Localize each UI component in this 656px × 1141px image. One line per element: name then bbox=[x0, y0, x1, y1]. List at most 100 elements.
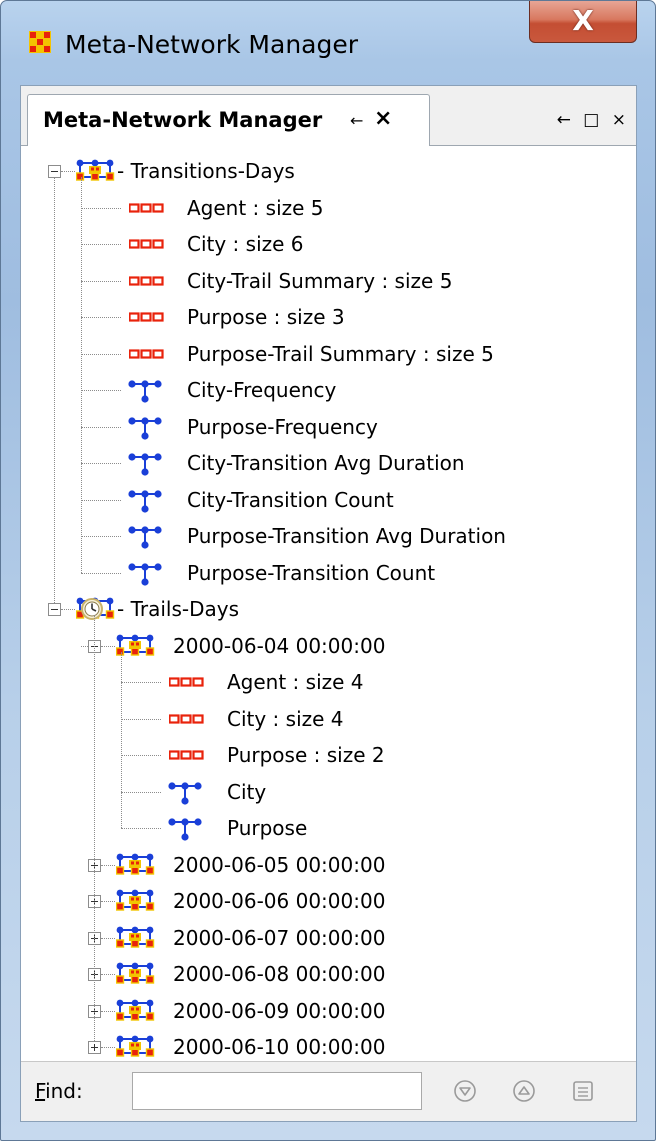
tree-node-date-group[interactable]: 2000-06-08 00:00:00 bbox=[173, 956, 385, 992]
title-bar[interactable]: Meta-Network Manager X bbox=[1, 1, 655, 85]
tree-leaf[interactable]: Purpose bbox=[227, 810, 307, 846]
meta-network-icon bbox=[116, 962, 155, 984]
tree-item-label: Purpose : size 2 bbox=[227, 743, 385, 767]
tree-connector bbox=[81, 645, 88, 647]
tree-connector bbox=[81, 244, 121, 245]
tree-leaf[interactable]: City-Transition Avg Duration bbox=[187, 445, 465, 481]
find-next-icon[interactable] bbox=[452, 1078, 478, 1104]
meta-network-icon bbox=[116, 889, 155, 911]
find-options-icon[interactable] bbox=[570, 1078, 596, 1104]
meta-network-icon bbox=[116, 1035, 155, 1057]
tree-leaf[interactable]: Agent : size 5 bbox=[187, 190, 324, 226]
tree-node-date-group[interactable]: 2000-06-06 00:00:00 bbox=[173, 883, 385, 919]
tree-node-date-group[interactable]: 2000-06-07 00:00:00 bbox=[173, 920, 385, 956]
tree-item-label: Purpose-Transition Avg Duration bbox=[187, 524, 506, 548]
tree-leaf[interactable]: Purpose-Transition Avg Duration bbox=[187, 518, 506, 554]
network-icon bbox=[128, 453, 162, 476]
nodeset-icon bbox=[169, 677, 204, 687]
tab-close-icon[interactable]: × bbox=[374, 106, 392, 131]
tree-connector bbox=[121, 718, 161, 720]
tree-connector bbox=[54, 178, 55, 603]
tree-node-date-group[interactable]: 2000-06-09 00:00:00 bbox=[173, 993, 385, 1029]
tree-leaf[interactable]: Purpose-Transition Count bbox=[187, 555, 435, 591]
tree-leaf[interactable]: City-Frequency bbox=[187, 372, 336, 408]
tree-connector bbox=[121, 651, 122, 828]
tree-node-transitions-days[interactable]: - Transitions-Days bbox=[117, 153, 295, 189]
network-icon bbox=[168, 781, 202, 805]
tree-node-trails-days[interactable]: - Trails-Days bbox=[117, 591, 239, 627]
tree-item-label: - Trails-Days bbox=[117, 597, 239, 621]
tree-item-label: City-Transition Avg Duration bbox=[187, 451, 465, 475]
tree-connector bbox=[81, 317, 121, 318]
tab-meta-network-manager[interactable]: Meta-Network Manager ← × bbox=[27, 94, 430, 147]
meta-network-tree[interactable]: - Transitions-Days Agent : size 5 City : s… bbox=[21, 146, 636, 1061]
meta-network-icon bbox=[29, 31, 51, 53]
tree-leaf[interactable]: City : size 4 bbox=[227, 701, 344, 737]
panel-float-icon[interactable]: ← bbox=[557, 110, 571, 130]
tree-leaf[interactable]: Agent : size 4 bbox=[227, 664, 364, 700]
collapse-toggle[interactable] bbox=[48, 165, 61, 178]
tree-connector bbox=[101, 645, 115, 647]
app-window: Meta-Network Manager X Meta-Network Mana… bbox=[0, 0, 656, 1141]
tree-leaf[interactable]: City bbox=[227, 774, 266, 810]
tree-item-label: Purpose : size 3 bbox=[187, 305, 345, 329]
tree-item-label: 2000-06-07 00:00:00 bbox=[173, 925, 386, 950]
tab-strip: Meta-Network Manager ← × ← □ × bbox=[21, 86, 636, 147]
find-previous-icon[interactable] bbox=[511, 1078, 537, 1104]
nodeset-icon bbox=[169, 750, 204, 760]
tree-leaf[interactable]: Purpose : size 3 bbox=[187, 299, 345, 335]
tree-item-label: 2000-06-04 00:00:00 bbox=[173, 633, 386, 658]
tree-connector bbox=[81, 463, 121, 464]
expand-toggle[interactable] bbox=[88, 1041, 101, 1054]
tree-leaf[interactable]: City : size 6 bbox=[187, 226, 304, 262]
tree-connector bbox=[81, 499, 121, 501]
tree-item-label: City : size 4 bbox=[227, 706, 344, 731]
tree-leaf[interactable]: City-Transition Count bbox=[187, 482, 394, 518]
tab-float-icon[interactable]: ← bbox=[350, 111, 363, 130]
tree-connector bbox=[101, 1010, 115, 1012]
tree-item-label: Purpose bbox=[227, 816, 308, 840]
tree-leaf[interactable]: Purpose : size 2 bbox=[227, 737, 385, 773]
find-bar: Find: bbox=[21, 1061, 636, 1121]
network-icon bbox=[128, 416, 162, 440]
tree-connector bbox=[101, 901, 115, 902]
meta-network-icon bbox=[116, 853, 155, 875]
nodeset-icon bbox=[169, 713, 204, 724]
tree-leaf[interactable]: Purpose-Trail Summary : size 5 bbox=[187, 336, 494, 372]
panel-maximize-icon[interactable]: □ bbox=[583, 110, 599, 130]
nodeset-icon bbox=[129, 239, 164, 249]
tree-item-label: Agent : size 5 bbox=[187, 195, 324, 220]
tree-item-label: City-Trail Summary : size 5 bbox=[187, 268, 453, 293]
tree-connector bbox=[121, 828, 161, 829]
tree-item-label: City bbox=[227, 779, 267, 804]
tree-leaf[interactable]: Purpose-Frequency bbox=[187, 409, 378, 445]
tree-connector bbox=[101, 937, 115, 939]
find-input[interactable] bbox=[132, 1072, 422, 1110]
tree-connector bbox=[81, 177, 82, 573]
panel-close-icon[interactable]: × bbox=[612, 110, 626, 130]
tree-item-label: - Transitions-Days bbox=[117, 159, 295, 183]
tree-connector bbox=[81, 536, 121, 537]
tree-item-label: City-Frequency bbox=[187, 378, 337, 402]
tree-connector bbox=[101, 974, 115, 975]
panel-controls: ← □ × bbox=[550, 110, 626, 130]
tree-node-date-group[interactable]: 2000-06-10 00:00:00 bbox=[173, 1029, 385, 1061]
window-title: Meta-Network Manager bbox=[65, 30, 359, 59]
tree-connector bbox=[81, 390, 121, 391]
tree-connector bbox=[81, 426, 121, 428]
tree-leaf[interactable]: City-Trail Summary : size 5 bbox=[187, 263, 452, 299]
tree-node-date-group[interactable]: 2000-06-05 00:00:00 bbox=[173, 847, 385, 883]
tree-item-label: Purpose-Trail Summary : size 5 bbox=[187, 341, 494, 366]
network-icon bbox=[128, 380, 162, 403]
tree-item-label: Agent : size 4 bbox=[227, 670, 364, 694]
tree-connector bbox=[61, 609, 75, 610]
network-icon bbox=[128, 526, 162, 549]
tree-connector bbox=[121, 682, 161, 683]
find-label: Find: bbox=[35, 1079, 83, 1103]
collapse-toggle[interactable] bbox=[48, 603, 61, 616]
window-close-button[interactable]: X bbox=[529, 1, 637, 43]
clock-meta-network-icon bbox=[76, 597, 115, 620]
tree-connector bbox=[121, 755, 161, 756]
tree-connector bbox=[81, 353, 121, 355]
tree-node-date-group[interactable]: 2000-06-04 00:00:00 bbox=[173, 628, 385, 664]
